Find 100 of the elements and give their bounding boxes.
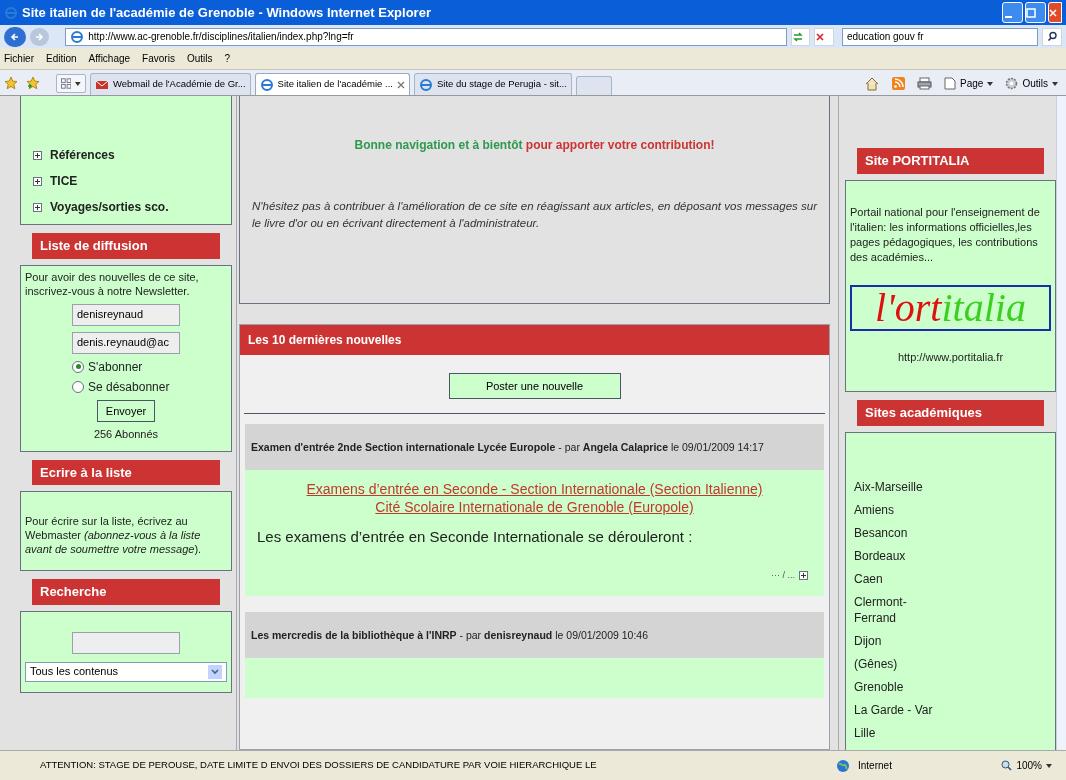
- write-text: Pour écrire sur la liste, écrivez au Webmaster (abonnez-vous à la liste avant de soumettre votre message).: [25, 514, 203, 556]
- news-header: Les 10 dernières nouvelles: [240, 325, 829, 355]
- back-button[interactable]: [4, 26, 26, 47]
- menu-item[interactable]: Outils: [186, 51, 213, 66]
- article-link[interactable]: Examens d’entrée en Seconde - Section Internationale (Section Italienne): [306, 481, 763, 497]
- panel-header: Sites académiques: [857, 400, 1044, 426]
- maximize-icon: [1026, 7, 1036, 18]
- menu-item[interactable]: Affichage: [88, 51, 131, 66]
- menu-item[interactable]: Edition: [46, 51, 77, 66]
- scrollbar[interactable]: [1056, 96, 1066, 750]
- gear-icon: [1005, 77, 1019, 90]
- caret-icon: [1046, 763, 1052, 768]
- forward-arrow-icon: [34, 31, 45, 42]
- dropdown-icon: [208, 664, 222, 679]
- star-icon[interactable]: [4, 76, 18, 90]
- portitalia-text: Portail national pour l'enseignement de l'italien: les informations officielles,les pages pédagogiques, les contributions des académies...: [850, 204, 1041, 265]
- caret-icon: [987, 81, 994, 86]
- panel-header: Liste de diffusion: [32, 233, 220, 259]
- radio-option[interactable]: S'abonner: [72, 357, 180, 376]
- quick-tabs-button[interactable]: [56, 74, 86, 93]
- academy-link[interactable]: Grenoble: [854, 678, 934, 695]
- browser-icon: [4, 5, 18, 20]
- radio-option[interactable]: Se désabonner: [72, 377, 180, 396]
- page-icon: [944, 77, 957, 90]
- expand-icon[interactable]: [799, 570, 808, 580]
- caret-icon: [75, 81, 81, 86]
- browser-icon: [418, 77, 433, 92]
- toolbar-button[interactable]: Outils: [1005, 76, 1058, 91]
- menu-item[interactable]: Favoris: [142, 51, 175, 66]
- browser-icon: [259, 77, 274, 92]
- menu-link[interactable]: Références: [50, 146, 115, 164]
- browser-icon: [70, 29, 85, 44]
- menu-item[interactable]: Fichier: [4, 51, 34, 66]
- panel-header: Recherche: [32, 579, 220, 605]
- close-button[interactable]: [1048, 2, 1062, 23]
- printer-icon[interactable]: [917, 77, 933, 90]
- portitalia-logo[interactable]: l'ortitalia: [850, 284, 1051, 331]
- article-header: Les mercredis de la bibliothèque à l'INRP - par denisreynaud le 09/01/2009 10:46: [251, 628, 649, 642]
- academy-link[interactable]: Besancon: [854, 524, 934, 541]
- expand-icon[interactable]: [33, 176, 42, 186]
- post-news-button[interactable]: Poster une nouvelle: [448, 373, 621, 399]
- welcome-headline: Bonne navigation et à bientôt pour apporter votre contribution!: [354, 137, 715, 154]
- academy-link[interactable]: Lille: [854, 724, 934, 741]
- menu-link[interactable]: Voyages/sorties sco.: [50, 198, 169, 216]
- caret-icon: [1052, 81, 1058, 86]
- article-text: Les examens d’entrée en Seconde Internationale se dérouleront :: [257, 527, 694, 547]
- send-button[interactable]: Envoyer: [96, 399, 156, 422]
- portitalia-link[interactable]: http://www.portitalia.fr: [850, 348, 1051, 365]
- home-icon[interactable]: [864, 76, 881, 91]
- academy-link[interactable]: La Garde - Var: [854, 701, 934, 718]
- stop-button[interactable]: [814, 27, 834, 46]
- zone-text: Internet: [858, 759, 892, 773]
- academy-link[interactable]: Bordeaux: [854, 547, 934, 564]
- feed-icon[interactable]: [892, 77, 906, 90]
- welcome-text: N'hésitez pas à contribuer à l'amélioration de ce site en réagissant aux articles, en déposant vos messages sur le livre d'or ou en écrivant directement à l'administrateur.: [252, 199, 817, 231]
- expand-icon[interactable]: [33, 202, 42, 212]
- grid-icon: [61, 78, 72, 89]
- panel-header: Site PORTITALIA: [857, 148, 1044, 174]
- zoom-icon: [1001, 760, 1013, 771]
- panel-header: Ecrire à la liste: [32, 459, 220, 485]
- address-field[interactable]: http://www.ac-grenoble.fr/disciplines/italien/index.php?lng=fr: [65, 27, 787, 46]
- browser-tab[interactable]: Webmail de l'Académie de Gr...: [90, 73, 251, 95]
- search-input[interactable]: [72, 631, 180, 654]
- browser-tab[interactable]: Site italien de l'académie ...: [254, 73, 410, 95]
- subscriber-count: 256 Abonnés: [93, 427, 159, 442]
- add-star-icon[interactable]: [26, 76, 40, 90]
- search-button[interactable]: [1042, 27, 1062, 46]
- expand-icon[interactable]: [33, 150, 42, 160]
- minimize-button[interactable]: [1002, 2, 1023, 23]
- minimize-icon: [1005, 15, 1012, 18]
- toolbar-button[interactable]: Page: [944, 76, 994, 91]
- academy-link[interactable]: Dijon: [854, 632, 934, 649]
- name-input[interactable]: denisreynaud: [72, 303, 180, 326]
- close-tab-icon[interactable]: [396, 80, 405, 89]
- refresh-button[interactable]: [790, 27, 811, 46]
- email-input[interactable]: denis.reynaud@ac: [72, 331, 180, 354]
- zoom-button[interactable]: 100%: [1001, 758, 1052, 773]
- academy-link[interactable]: Amiens: [854, 501, 934, 518]
- academy-link[interactable]: Aix-Marseille: [854, 478, 934, 495]
- read-more-link[interactable]: ··· / ...: [771, 568, 795, 582]
- mail-icon: [95, 78, 109, 91]
- refresh-icon: [791, 30, 804, 43]
- article-link[interactable]: Cité Scolaire Internationale de Grenoble (Europole): [375, 499, 694, 515]
- globe-icon: [836, 758, 850, 773]
- close-icon: [1049, 7, 1057, 18]
- status-text: ATTENTION: STAGE DE PEROUSE, DATE LIMITE D ENVOI DES DOSSIERS DE CANDIDATURE PAR VOIE HIERARCHIQUE LE: [40, 758, 598, 773]
- search-field[interactable]: education gouv fr: [841, 27, 1039, 46]
- menu-link[interactable]: TICE: [50, 172, 78, 190]
- article-header: Examen d'entrée 2nde Section internationale Lycée Europole - par Angela Calaprice le 09/01/2009 14:17: [251, 440, 764, 454]
- browser-tab[interactable]: Site du stage de Perugia - sit...: [413, 73, 572, 95]
- newsletter-text: Pour avoir des nouvelles de ce site, inscrivez-vous à notre Newsletter.: [25, 269, 200, 298]
- menu-item[interactable]: ?: [224, 51, 231, 66]
- window-title: Site italien de l'académie de Grenoble - Windows Internet Explorer: [22, 3, 431, 22]
- search-icon: [1046, 31, 1058, 42]
- back-arrow-icon: [9, 31, 20, 42]
- stop-icon: [815, 31, 826, 42]
- academy-link[interactable]: Clermont-Ferrand: [854, 593, 934, 626]
- content-select[interactable]: Tous les contenus: [25, 661, 227, 682]
- academy-link[interactable]: (Gênes): [854, 655, 934, 672]
- academy-link[interactable]: Caen: [854, 570, 934, 587]
